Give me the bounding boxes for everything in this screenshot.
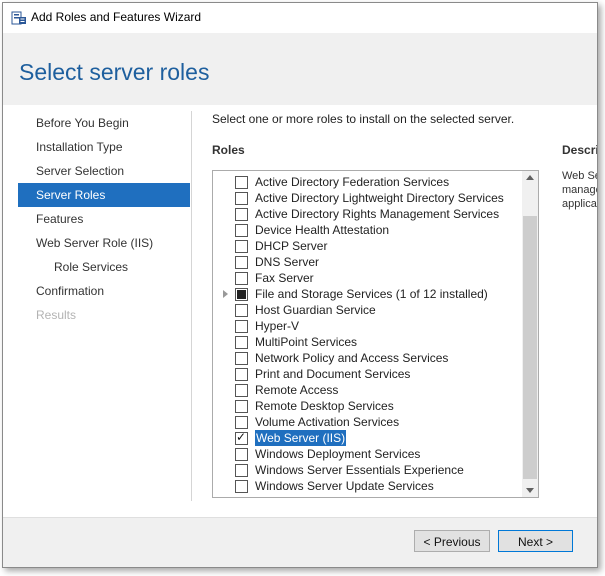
role-label[interactable]: Device Health Attestation	[255, 222, 389, 238]
previous-button[interactable]: < Previous	[414, 530, 490, 552]
role-checkbox[interactable]	[235, 400, 248, 413]
wizard-window: Add Roles and Features Wizard Select ser…	[2, 2, 598, 568]
nav-item-role-services[interactable]: Role Services	[18, 255, 190, 279]
role-label[interactable]: Print and Document Services	[255, 366, 410, 382]
instructions-text: Select one or more roles to install on t…	[212, 112, 515, 126]
role-label[interactable]: File and Storage Services (1 of 12 insta…	[255, 286, 488, 302]
role-checkbox[interactable]	[235, 208, 248, 221]
role-label[interactable]: Windows Server Essentials Experience	[255, 462, 464, 478]
roles-scrollbar[interactable]	[522, 171, 538, 497]
next-button[interactable]: Next >	[498, 530, 573, 552]
scroll-thumb[interactable]	[523, 216, 537, 479]
page-header: Select server roles	[3, 33, 597, 105]
wizard-nav: Before You Begin Installation Type Server …	[18, 111, 190, 327]
role-checkbox[interactable]	[235, 480, 248, 493]
role-checkbox[interactable]	[235, 368, 248, 381]
role-label[interactable]: DHCP Server	[255, 238, 327, 254]
nav-item-features[interactable]: Features	[18, 207, 190, 231]
role-checkbox[interactable]	[235, 304, 248, 317]
nav-item-server-selection[interactable]: Server Selection	[18, 159, 190, 183]
scroll-down-arrow-icon[interactable]	[526, 488, 534, 493]
nav-item-server-roles[interactable]: Server Roles	[18, 183, 190, 207]
window-title: Add Roles and Features Wizard	[31, 10, 202, 24]
nav-item-results: Results	[36, 308, 77, 322]
role-checkbox[interactable]	[235, 256, 248, 269]
role-checkbox[interactable]	[235, 272, 248, 285]
scroll-up-arrow-icon[interactable]	[526, 175, 534, 180]
nav-item-web-server-role-iis[interactable]: Web Server Role (IIS)	[18, 231, 190, 255]
description-heading: Description	[562, 143, 597, 157]
role-checkbox[interactable]	[235, 336, 248, 349]
role-label[interactable]: Windows Server Update Services	[255, 478, 434, 494]
nav-item-installation-type[interactable]: Installation Type	[18, 135, 190, 159]
nav-divider	[191, 111, 192, 501]
role-label[interactable]: Windows Deployment Services	[255, 446, 420, 462]
role-checkbox[interactable]	[235, 240, 248, 253]
expand-triangle-icon[interactable]	[223, 290, 228, 298]
role-label[interactable]: Remote Access	[255, 382, 338, 398]
role-label[interactable]: Active Directory Lightweight Directory S…	[255, 190, 504, 206]
nav-item-confirmation[interactable]: Confirmation	[18, 279, 190, 303]
role-label[interactable]: Active Directory Rights Management Servi…	[255, 206, 499, 222]
role-label[interactable]: DNS Server	[255, 254, 319, 270]
role-label[interactable]: Web Server (IIS)	[255, 430, 347, 446]
role-checkbox[interactable]	[235, 416, 248, 429]
role-label[interactable]: Network Policy and Access Services	[255, 350, 448, 366]
description-line: manageable, and scalable Web	[562, 184, 597, 196]
wizard-app-icon	[11, 11, 26, 25]
nav-item-before-you-begin[interactable]: Before You Begin	[18, 111, 190, 135]
role-checkbox[interactable]	[235, 448, 248, 461]
title-bar: Add Roles and Features Wizard	[3, 3, 597, 33]
role-checkbox[interactable]: ✓	[235, 430, 248, 445]
role-label[interactable]: Fax Server	[255, 270, 314, 286]
role-checkbox[interactable]	[235, 352, 248, 365]
role-label[interactable]: Active Directory Federation Services	[255, 174, 449, 190]
page-title: Select server roles	[19, 59, 210, 85]
role-label[interactable]: Host Guardian Service	[255, 302, 376, 318]
role-label[interactable]: Hyper-V	[255, 318, 299, 334]
description-line: application infrastructure.	[562, 198, 597, 210]
role-checkbox[interactable]	[235, 192, 248, 205]
role-checkbox[interactable]	[235, 384, 248, 397]
role-checkbox[interactable]	[235, 464, 248, 477]
description-line: Web Server (IIS) provides a reliable,	[562, 170, 597, 182]
role-label[interactable]: MultiPoint Services	[255, 334, 357, 350]
roles-heading: Roles	[212, 143, 245, 157]
role-checkbox[interactable]	[235, 288, 248, 301]
checkmark-icon: ✓	[236, 430, 247, 444]
role-checkbox[interactable]	[235, 320, 248, 333]
wizard-footer: < Previous Next >	[3, 517, 597, 567]
description-text: Web Server (IIS) provides a reliable, man…	[562, 169, 597, 211]
role-checkbox[interactable]	[235, 176, 248, 189]
roles-list[interactable]: Windows Server Update Services Windows Se…	[212, 170, 539, 498]
role-label[interactable]: Volume Activation Services	[255, 414, 399, 430]
role-checkbox[interactable]	[235, 224, 248, 237]
role-label[interactable]: Remote Desktop Services	[255, 398, 394, 414]
